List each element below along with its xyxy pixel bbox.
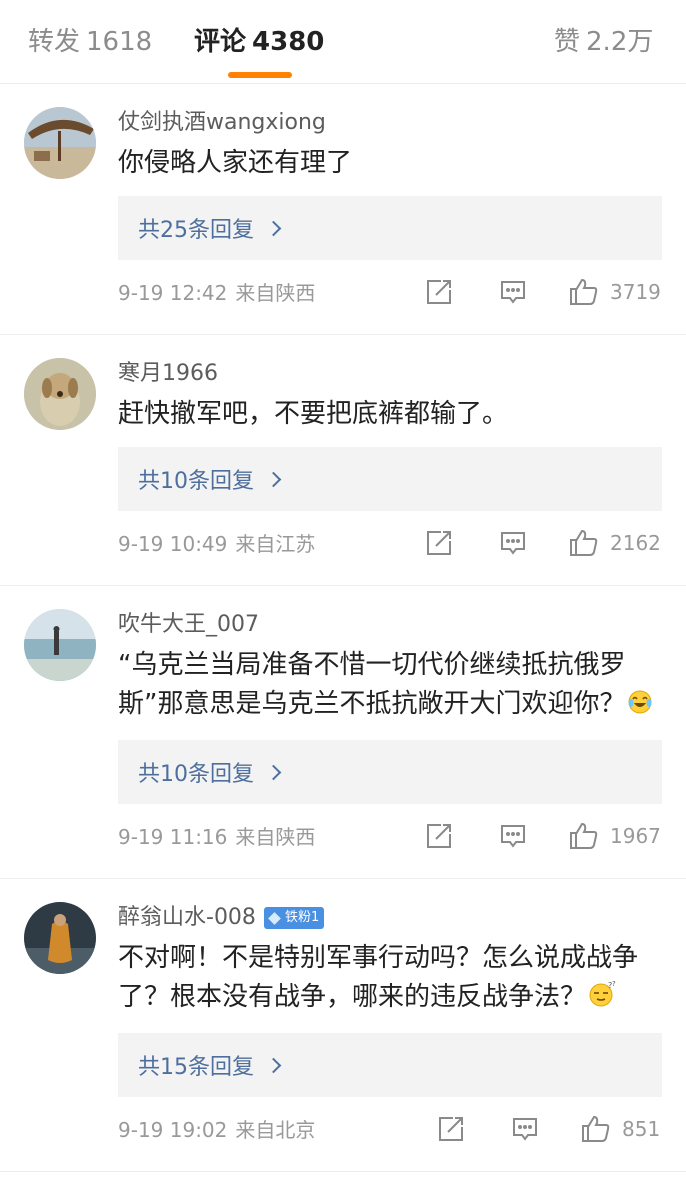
like-button[interactable]: 851 [580,1113,660,1145]
like-button[interactable]: 3719 [568,276,661,308]
username[interactable]: 吹牛大王_007 [118,610,259,640]
comment-location: 来自陕西 [235,825,316,849]
replies-count-label: 共10条回复 [138,469,254,494]
comment-location: 来自北京 [235,1118,316,1142]
comment-button[interactable] [498,820,528,852]
thumbs-up-icon [570,529,598,556]
laughing-tears-emoji [627,688,653,727]
like-count: 2162 [610,531,661,555]
tab-repost-count: 1618 [86,27,153,57]
repost-button[interactable] [424,527,454,559]
view-replies-button[interactable]: 共15条回复 [118,1033,662,1097]
view-replies-button[interactable]: 共25条回复 [118,196,662,260]
thumbs-up-icon [582,1115,610,1142]
comment-tab-bar: 转发 1618 评论 4380 赞 2.2万 [0,0,686,84]
comment-text: “乌克兰当局准备不惜一切代价继续抵抗俄罗斯”那意思是乌克兰不抵抗敞开大门欢迎你？ [118,646,666,727]
comment-location: 来自江苏 [235,532,316,556]
thumbs-up-icon [570,278,598,305]
comment-item: 仗剑执酒wangxiong 你侵略人家还有理了 共25条回复 9-19 12:4… [0,84,686,335]
comment-text: 你侵略人家还有理了 [118,144,666,183]
chevron-right-icon [265,471,282,487]
replies-count-label: 共15条回复 [138,1055,254,1080]
comment-text-body: “乌克兰当局准备不惜一切代价继续抵抗俄罗斯”那意思是乌克兰不抵抗敞开大门欢迎你？ [118,650,626,719]
comment-text-body: 你侵略人家还有理了 [118,148,353,178]
avatar[interactable] [24,609,96,681]
tab-likes-count: 2.2万 [586,27,654,57]
like-button[interactable]: 2162 [568,527,661,559]
comment-icon [513,1118,537,1141]
sleepy-sweat-emoji: ?? [588,980,618,1020]
share-icon [427,824,451,848]
share-icon [427,280,451,304]
comment-meta: 9-19 11:16 来自陕西 1967 [118,804,662,868]
diamond-icon [268,911,281,925]
like-count: 1967 [610,824,661,848]
active-tab-indicator [228,72,292,78]
repost-button[interactable] [436,1113,466,1145]
tab-comments-label: 评论 [194,27,247,57]
username[interactable]: 仗剑执酒wangxiong [118,108,326,138]
comment-text: 赶快撤军吧，不要把底裤都输了。 [118,395,666,434]
repost-button[interactable] [424,820,454,852]
replies-count-label: 共25条回复 [138,218,254,243]
thumbs-up-icon [570,822,598,849]
comment-time: 9-19 12:42 [118,281,228,305]
avatar[interactable] [24,107,96,179]
view-replies-button[interactable]: 共10条回复 [118,447,662,511]
tab-comments-count: 4380 [252,27,325,57]
view-replies-button[interactable]: 共10条回复 [118,740,662,804]
comment-item: 吹牛大王_007 “乌克兰当局准备不惜一切代价继续抵抗俄罗斯”那意思是乌克兰不抵… [0,586,686,879]
comment-meta: 9-19 10:49 来自江苏 2162 [118,511,662,575]
comment-button[interactable] [498,276,528,308]
like-count: 851 [622,1117,661,1141]
comment-location: 来自陕西 [235,281,316,305]
comment-time: 9-19 19:02 [118,1118,228,1142]
repost-button[interactable] [424,276,454,308]
comment-meta: 9-19 12:42 来自陕西 3719 [118,260,662,324]
svg-text:?: ? [612,980,616,988]
replies-count-label: 共10条回复 [138,762,254,787]
comment-icon [501,825,525,848]
comment-meta: 9-19 19:02 来自北京 851 [118,1097,662,1161]
tab-likes-label: 赞 [554,27,581,57]
chevron-right-icon [265,220,282,236]
tab-likes[interactable]: 赞 2.2万 [554,24,653,60]
username[interactable]: 醉翁山水-008 [118,903,256,933]
comment-text-body: 赶快撤军吧，不要把底裤都输了。 [118,399,509,429]
username[interactable]: 寒月1966 [118,359,218,389]
comment-text: 不对啊！不是特别军事行动吗？怎么说成战争了？根本没有战争，哪来的违反战争法？?? [118,939,666,1020]
comment-text-body: 不对啊！不是特别军事行动吗？怎么说成战争了？根本没有战争，哪来的违反战争法？ [118,943,639,1012]
comment-time: 9-19 11:16 [118,825,228,849]
tab-repost[interactable]: 转发 1618 [28,24,152,60]
tab-repost-label: 转发 [28,27,81,57]
avatar[interactable] [24,358,96,430]
like-count: 3719 [610,280,661,304]
chevron-right-icon [265,1057,282,1073]
comment-time: 9-19 10:49 [118,532,228,556]
comment-button[interactable] [498,527,528,559]
comment-icon [501,281,525,304]
like-button[interactable]: 1967 [568,820,661,852]
fan-badge: 铁粉1 [263,907,325,929]
comment-list: 仗剑执酒wangxiong 你侵略人家还有理了 共25条回复 9-19 12:4… [0,84,686,1172]
comment-button[interactable] [510,1113,540,1145]
tab-comments[interactable]: 评论 4380 [194,24,324,60]
share-icon [439,1117,463,1141]
chevron-right-icon [265,764,282,780]
fan-badge-label: 铁粉1 [284,910,320,925]
comment-icon [501,532,525,555]
share-icon [427,531,451,555]
comment-item: 醉翁山水-008 铁粉1 不对啊！不是特别军事行动吗？怎么说成战争了？根本没有战… [0,879,686,1172]
comment-item: 寒月1966 赶快撤军吧，不要把底裤都输了。 共10条回复 9-19 10:49… [0,335,686,586]
avatar[interactable] [24,902,96,974]
